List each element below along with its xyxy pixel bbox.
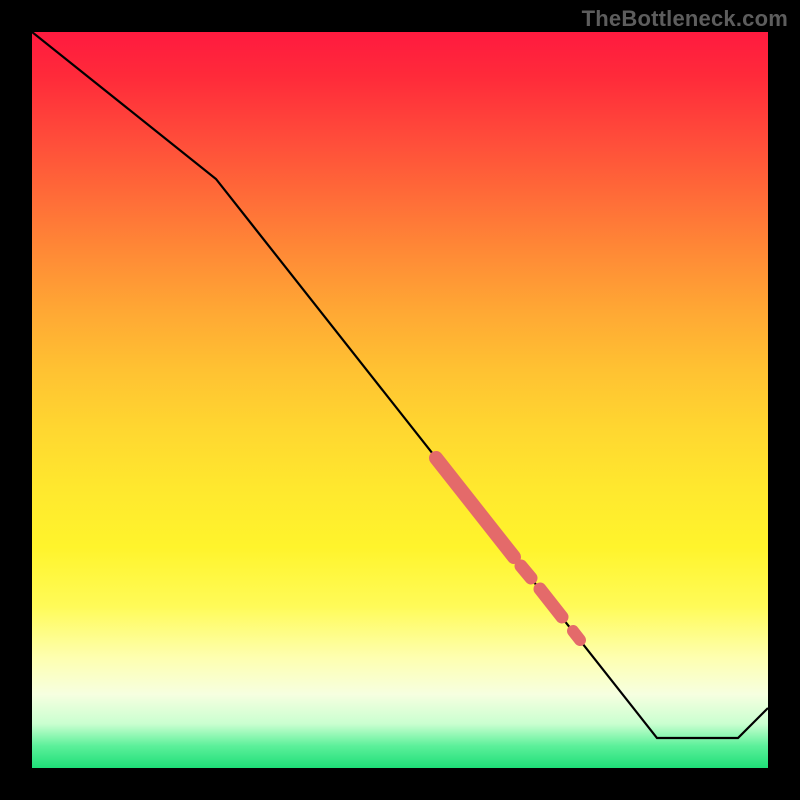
highlight-segment-2 <box>521 566 531 578</box>
bottleneck-curve <box>32 32 768 738</box>
watermark-text: TheBottleneck.com <box>582 6 788 32</box>
chart-stage: TheBottleneck.com <box>0 0 800 800</box>
plot-area <box>32 32 768 768</box>
highlight-segment-3 <box>540 589 562 617</box>
highlight-segment-4 <box>573 631 580 640</box>
curve-layer <box>32 32 768 768</box>
highlight-segment-1 <box>436 458 514 557</box>
